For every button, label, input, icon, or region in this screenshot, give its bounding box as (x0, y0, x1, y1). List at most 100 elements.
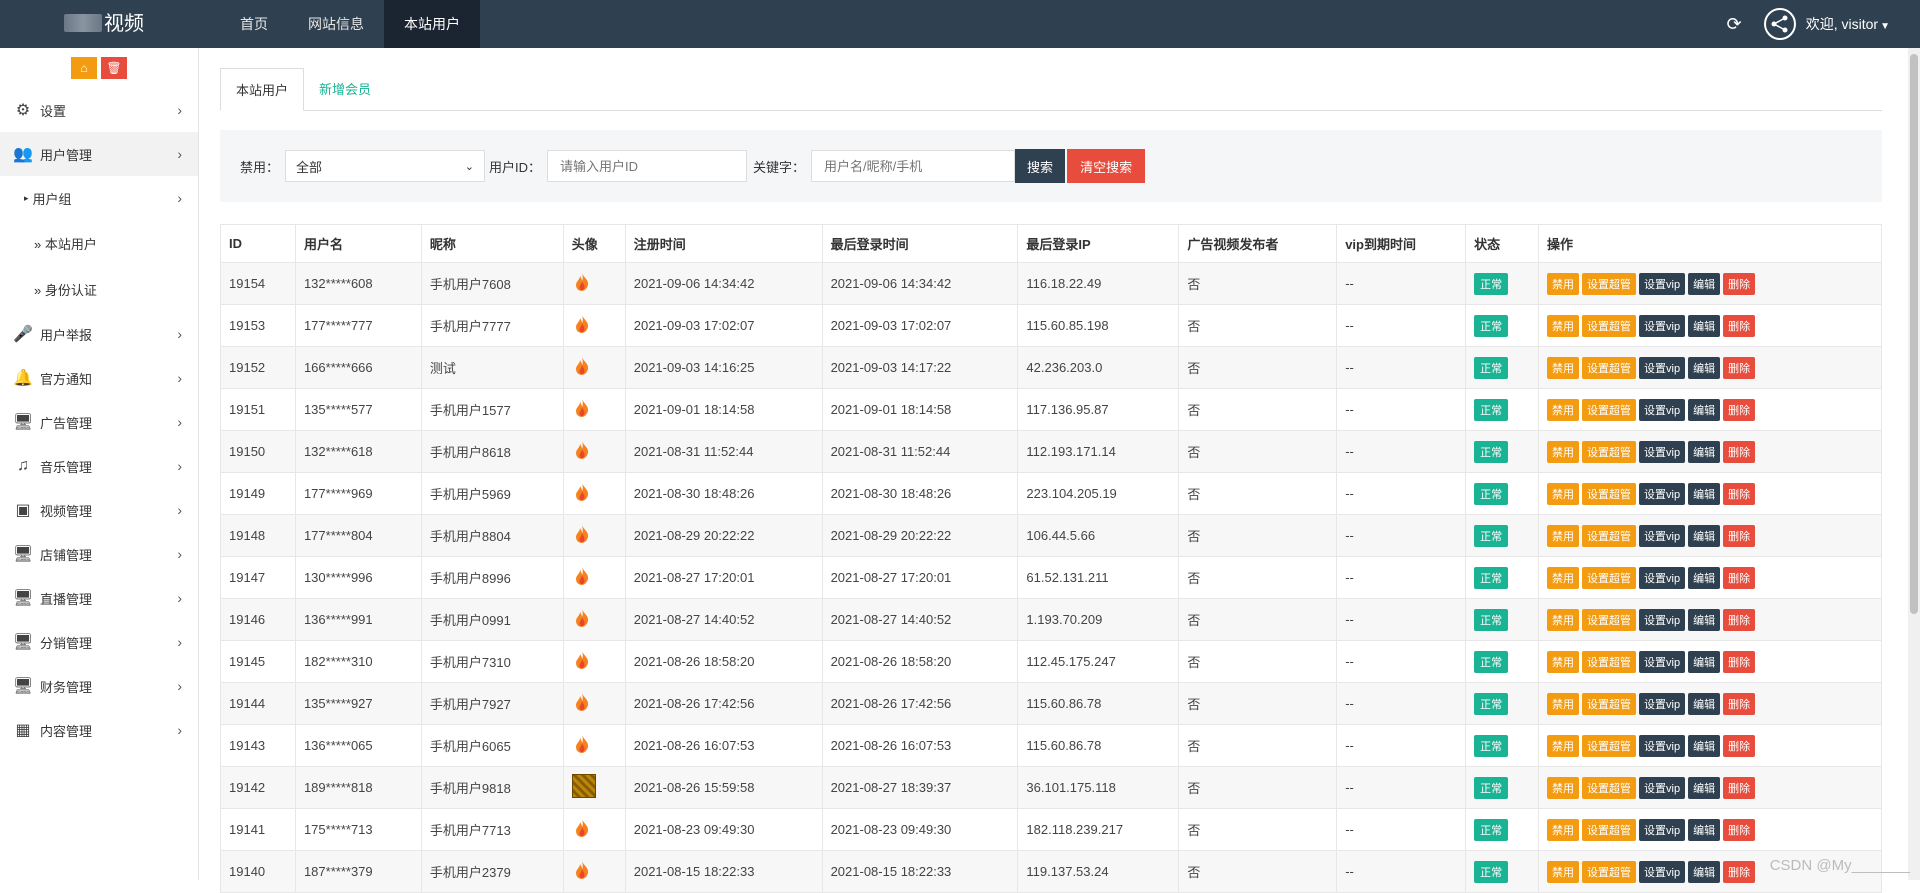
delete-button[interactable]: 删除 (1723, 273, 1755, 295)
delete-button[interactable]: 删除 (1723, 315, 1755, 337)
sidebar-item-content[interactable]: ▦内容管理› (0, 708, 198, 752)
sidebar-item-ads[interactable]: 🖥广告管理› (0, 400, 198, 444)
delete-button[interactable]: 删除 (1723, 777, 1755, 799)
delete-button[interactable]: 删除 (1723, 819, 1755, 841)
delete-button[interactable]: 删除 (1723, 567, 1755, 589)
table-row[interactable]: 19143136*****065手机用户60652021-08-26 16:07… (221, 725, 1882, 767)
sidebar-item-live[interactable]: 🖥直播管理› (0, 576, 198, 620)
set-vip-button[interactable]: 设置vip (1639, 357, 1685, 379)
edit-button[interactable]: 编辑 (1688, 651, 1720, 673)
sidebar-item-notices[interactable]: 🔔官方通知› (0, 356, 198, 400)
edit-button[interactable]: 编辑 (1688, 861, 1720, 883)
set-admin-button[interactable]: 设置超管 (1582, 819, 1636, 841)
edit-button[interactable]: 编辑 (1688, 609, 1720, 631)
set-vip-button[interactable]: 设置vip (1639, 735, 1685, 757)
user-avatar[interactable] (1764, 8, 1796, 40)
sidebar-item-music[interactable]: ♫音乐管理› (0, 444, 198, 488)
refresh-icon[interactable]: ⟳ (1727, 14, 1742, 35)
set-vip-button[interactable]: 设置vip (1639, 819, 1685, 841)
ban-button[interactable]: 禁用 (1547, 819, 1579, 841)
ban-button[interactable]: 禁用 (1547, 777, 1579, 799)
ban-button[interactable]: 禁用 (1547, 693, 1579, 715)
ban-button[interactable]: 禁用 (1547, 315, 1579, 337)
delete-button[interactable]: 删除 (1723, 735, 1755, 757)
edit-button[interactable]: 编辑 (1688, 693, 1720, 715)
ban-button[interactable]: 禁用 (1547, 273, 1579, 295)
ban-button[interactable]: 禁用 (1547, 483, 1579, 505)
set-vip-button[interactable]: 设置vip (1639, 609, 1685, 631)
edit-button[interactable]: 编辑 (1688, 357, 1720, 379)
tab-site-users[interactable]: 本站用户 (220, 68, 304, 111)
set-admin-button[interactable]: 设置超管 (1582, 441, 1636, 463)
set-vip-button[interactable]: 设置vip (1639, 567, 1685, 589)
delete-button[interactable]: 删除 (1723, 861, 1755, 883)
ban-button[interactable]: 禁用 (1547, 609, 1579, 631)
set-admin-button[interactable]: 设置超管 (1582, 483, 1636, 505)
col-header-vip-expiry[interactable]: vip到期时间 (1337, 225, 1466, 263)
set-admin-button[interactable]: 设置超管 (1582, 693, 1636, 715)
table-row[interactable]: 19140187*****379手机用户23792021-08-15 18:22… (221, 851, 1882, 893)
set-vip-button[interactable]: 设置vip (1639, 315, 1685, 337)
table-row[interactable]: 19147130*****996手机用户89962021-08-27 17:20… (221, 557, 1882, 599)
delete-button[interactable]: 删除 (1723, 609, 1755, 631)
set-admin-button[interactable]: 设置超管 (1582, 651, 1636, 673)
ban-button[interactable]: 禁用 (1547, 651, 1579, 673)
ban-button[interactable]: 禁用 (1547, 357, 1579, 379)
sidebar-item-distribution[interactable]: 🖥分销管理› (0, 620, 198, 664)
sidebar-item-site-users[interactable]: » 本站用户 (0, 220, 198, 266)
edit-button[interactable]: 编辑 (1688, 441, 1720, 463)
ban-button[interactable]: 禁用 (1547, 567, 1579, 589)
set-admin-button[interactable]: 设置超管 (1582, 777, 1636, 799)
search-button[interactable]: 搜索 (1015, 149, 1065, 183)
set-vip-button[interactable]: 设置vip (1639, 441, 1685, 463)
col-header-ad-publisher[interactable]: 广告视频发布者 (1179, 225, 1337, 263)
col-header-actions[interactable]: 操作 (1539, 225, 1882, 263)
col-header-avatar[interactable]: 头像 (563, 225, 625, 263)
sidebar-item-settings[interactable]: ⚙设置› (0, 88, 198, 132)
col-header-nickname[interactable]: 昵称 (421, 225, 563, 263)
table-row[interactable]: 19146136*****991手机用户09912021-08-27 14:40… (221, 599, 1882, 641)
set-vip-button[interactable]: 设置vip (1639, 483, 1685, 505)
home-icon[interactable]: ⌂ (71, 57, 97, 79)
nav-site-info[interactable]: 网站信息 (288, 0, 384, 48)
col-header-status[interactable]: 状态 (1466, 225, 1539, 263)
sidebar-item-shops[interactable]: 🖥店铺管理› (0, 532, 198, 576)
edit-button[interactable]: 编辑 (1688, 483, 1720, 505)
trash-icon[interactable]: 🗑 (101, 57, 127, 79)
nav-home[interactable]: 首页 (220, 0, 288, 48)
scrollbar-thumb[interactable] (1910, 54, 1918, 614)
col-header-username[interactable]: 用户名 (295, 225, 421, 263)
set-admin-button[interactable]: 设置超管 (1582, 525, 1636, 547)
table-row[interactable]: 19145182*****310手机用户73102021-08-26 18:58… (221, 641, 1882, 683)
sidebar-item-identity-verification[interactable]: » 身份认证 (0, 266, 198, 312)
clear-search-button[interactable]: 清空搜索 (1067, 149, 1145, 183)
set-vip-button[interactable]: 设置vip (1639, 273, 1685, 295)
edit-button[interactable]: 编辑 (1688, 567, 1720, 589)
set-vip-button[interactable]: 设置vip (1639, 861, 1685, 883)
sidebar-item-user-group[interactable]: ▸用户组› (0, 176, 198, 220)
table-row[interactable]: 19150132*****618手机用户86182021-08-31 11:52… (221, 431, 1882, 473)
col-header-last-login[interactable]: 最后登录时间 (822, 225, 1018, 263)
edit-button[interactable]: 编辑 (1688, 819, 1720, 841)
set-vip-button[interactable]: 设置vip (1639, 777, 1685, 799)
col-header-id[interactable]: ID (221, 225, 296, 263)
set-admin-button[interactable]: 设置超管 (1582, 567, 1636, 589)
edit-button[interactable]: 编辑 (1688, 399, 1720, 421)
tab-add-member[interactable]: 新增会员 (304, 68, 386, 111)
table-row[interactable]: 19154132*****608手机用户76082021-09-06 14:34… (221, 263, 1882, 305)
table-row[interactable]: 19153177*****777手机用户77772021-09-03 17:02… (221, 305, 1882, 347)
delete-button[interactable]: 删除 (1723, 693, 1755, 715)
col-header-last-ip[interactable]: 最后登录IP (1018, 225, 1179, 263)
table-row[interactable]: 19152166*****666测试2021-09-03 14:16:25202… (221, 347, 1882, 389)
set-admin-button[interactable]: 设置超管 (1582, 399, 1636, 421)
ban-button[interactable]: 禁用 (1547, 525, 1579, 547)
edit-button[interactable]: 编辑 (1688, 735, 1720, 757)
set-vip-button[interactable]: 设置vip (1639, 399, 1685, 421)
table-row[interactable]: 19151135*****577手机用户15772021-09-01 18:14… (221, 389, 1882, 431)
ban-button[interactable]: 禁用 (1547, 441, 1579, 463)
table-row[interactable]: 19141175*****713手机用户77132021-08-23 09:49… (221, 809, 1882, 851)
delete-button[interactable]: 删除 (1723, 483, 1755, 505)
sidebar-item-videos[interactable]: ▣视频管理› (0, 488, 198, 532)
col-header-reg-time[interactable]: 注册时间 (625, 225, 822, 263)
set-admin-button[interactable]: 设置超管 (1582, 735, 1636, 757)
